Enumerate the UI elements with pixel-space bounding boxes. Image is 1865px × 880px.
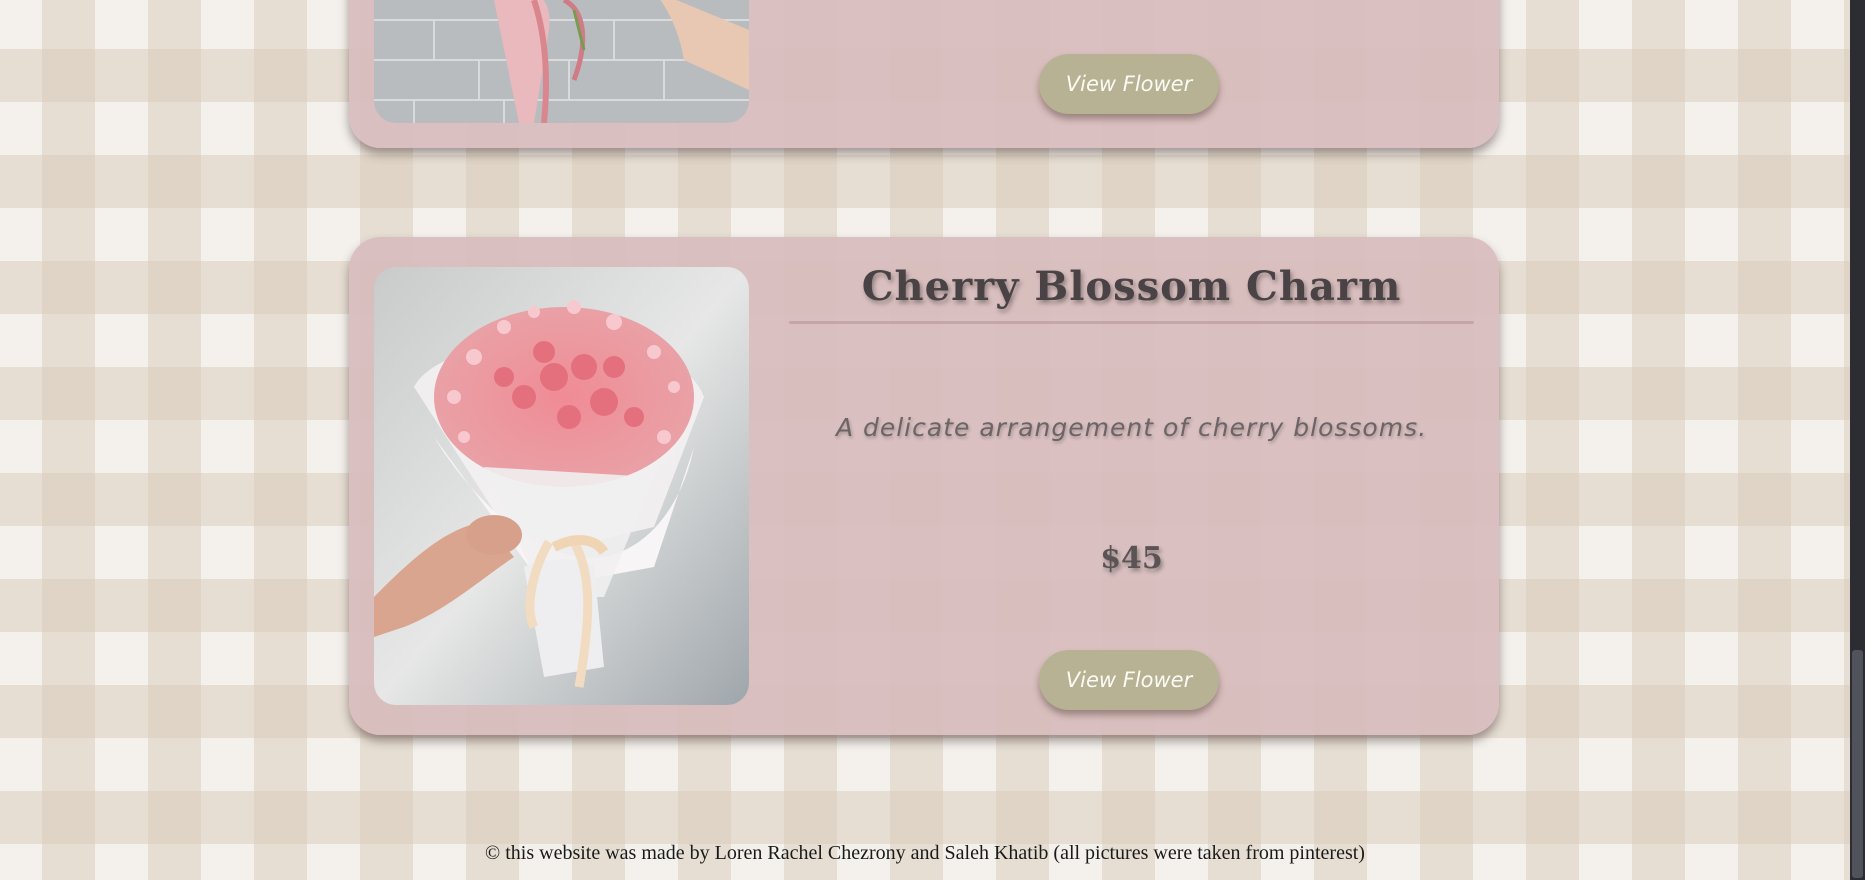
bouquet-image [374, 0, 749, 123]
product-price: $45 [1100, 541, 1163, 576]
flower-card: View Flower [349, 0, 1499, 148]
view-flower-button[interactable]: View Flower [1039, 54, 1219, 114]
footer-credits: © this website was made by Loren Rachel … [485, 842, 1365, 864]
scrollbar-thumb[interactable] [1852, 650, 1863, 878]
view-flower-button[interactable]: View Flower [1039, 650, 1219, 710]
flower-card: Cherry Blossom Charm A delicate arrangem… [349, 237, 1499, 735]
bouquet-image [374, 267, 749, 705]
product-title: Cherry Blossom Charm [861, 263, 1402, 310]
page-scrollbar[interactable] [1850, 0, 1865, 880]
title-divider [789, 321, 1474, 324]
bouquet-photo-icon [374, 0, 749, 123]
cherry-blossom-bouquet-icon [374, 267, 749, 705]
product-description: A delicate arrangement of cherry blossom… [835, 413, 1428, 442]
